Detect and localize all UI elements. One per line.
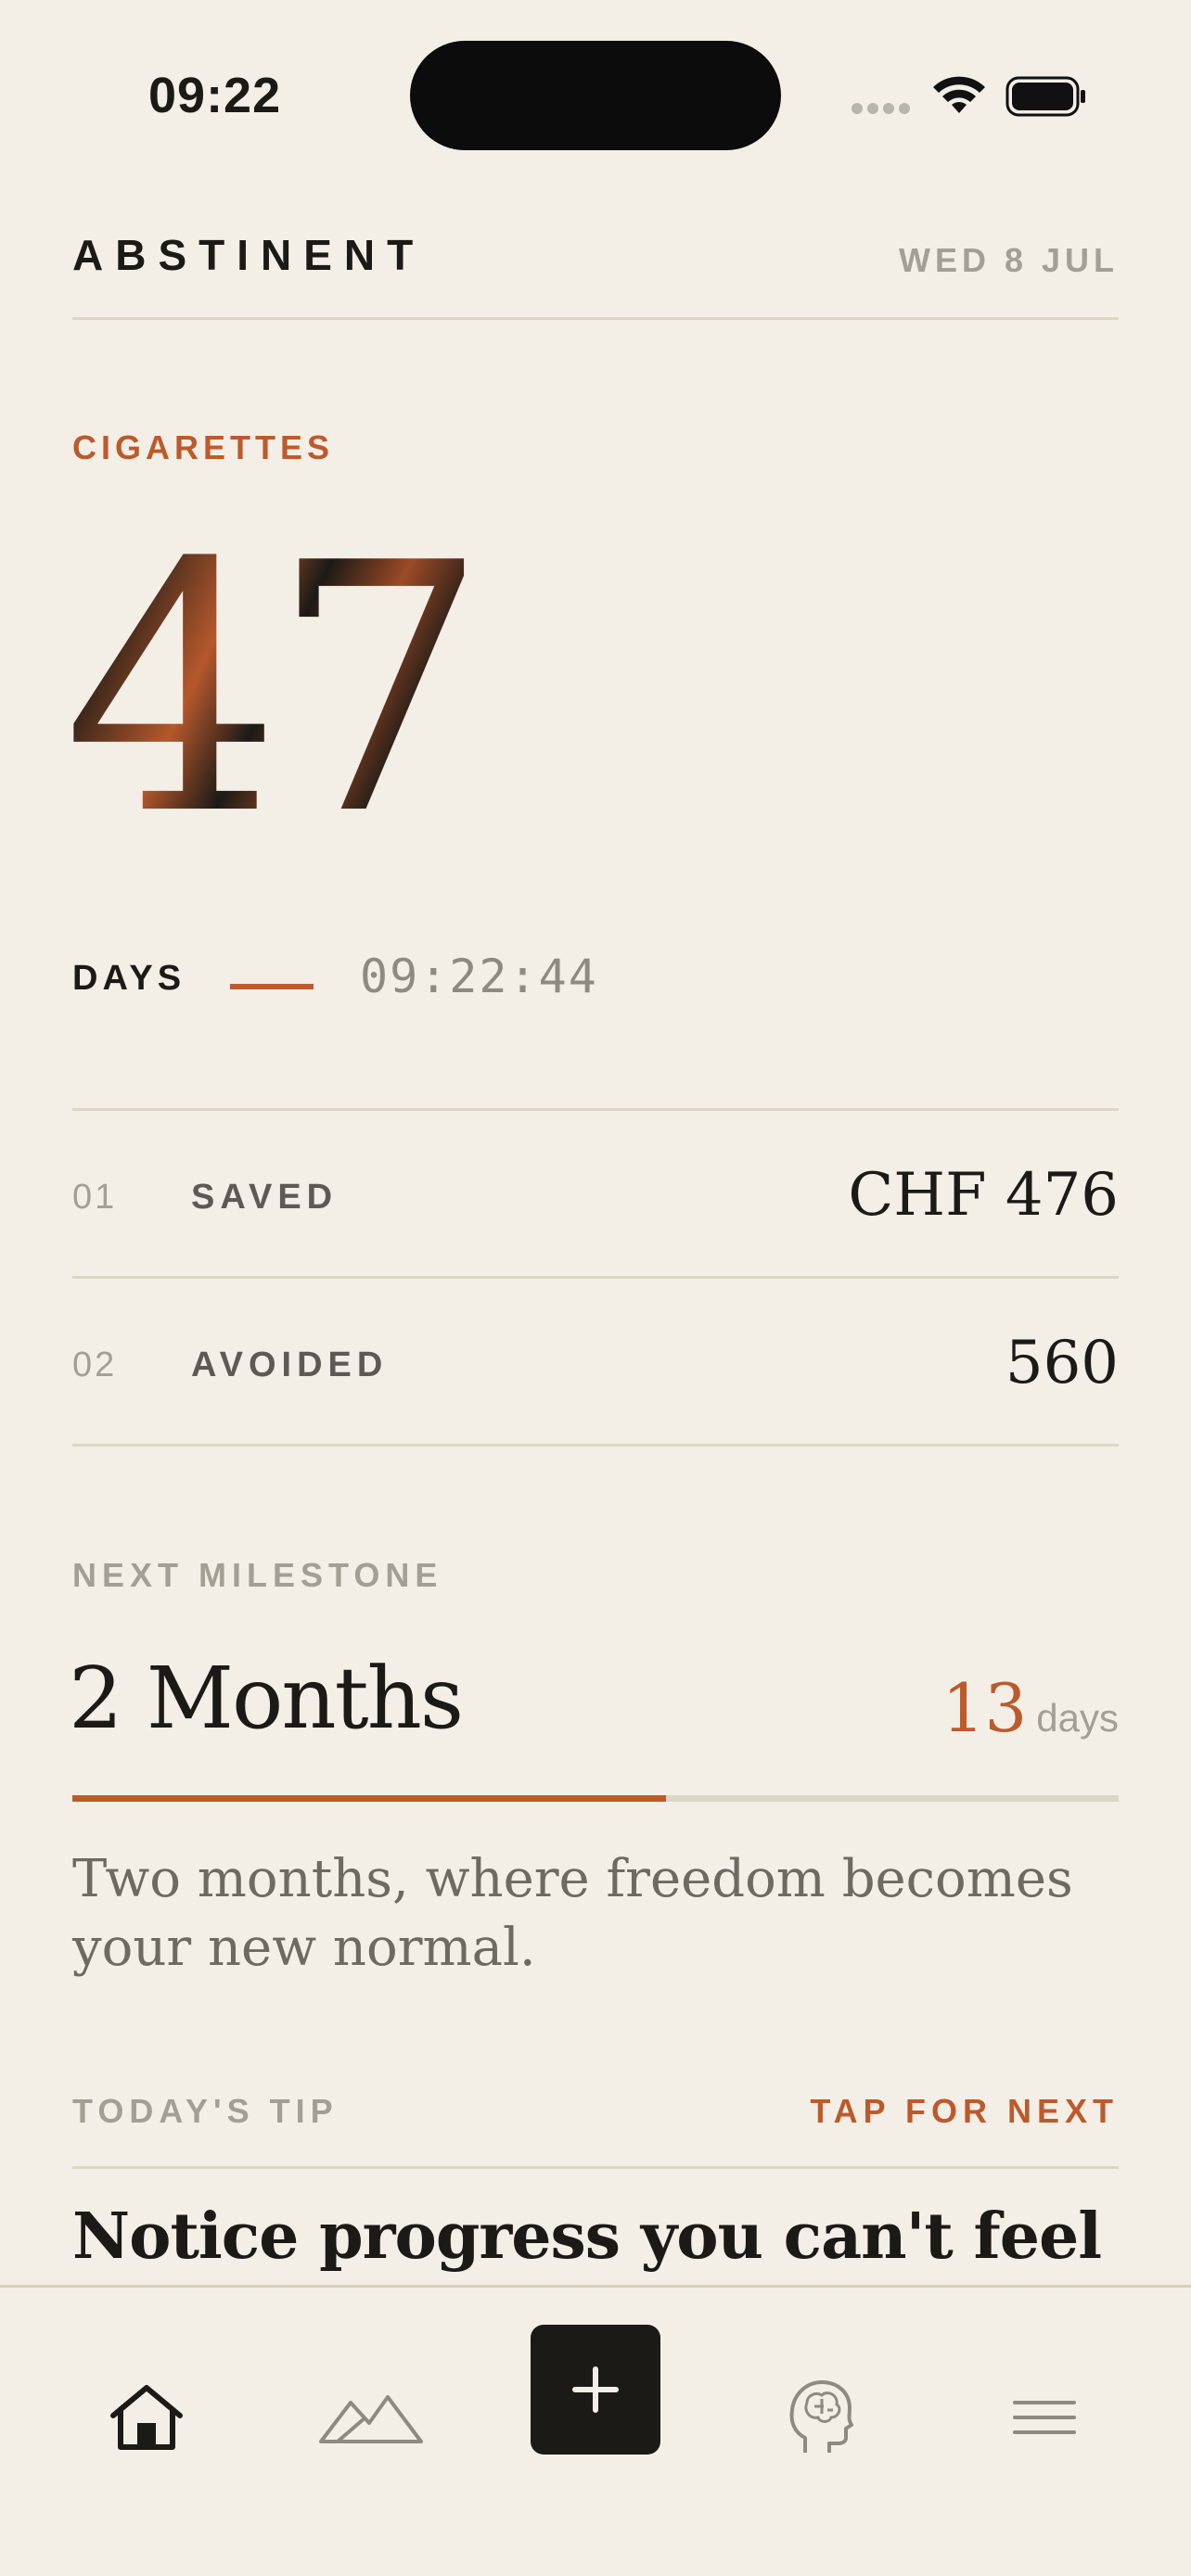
days-counter: 47 [63,491,489,890]
milestone-section-label: NEXT MILESTONE [72,1556,443,1594]
dynamic-island [410,41,781,150]
milestone-description: Two months, where freedom becomes your n… [72,1849,1073,1978]
tip-next-button[interactable]: TAP FOR NEXT [810,2092,1119,2131]
tab-milestones[interactable] [306,2353,436,2482]
stat-index: 02 [72,1345,118,1384]
add-button[interactable] [531,2325,660,2455]
menu-icon [1013,2401,1076,2434]
tab-menu[interactable] [980,2353,1109,2482]
battery-icon [1005,76,1085,117]
category-label[interactable]: CIGARETTES [72,428,334,467]
stats-bottom-divider [72,1444,1119,1447]
stat-value-avoided: 560 [1005,1329,1119,1397]
header-divider [72,317,1119,320]
milestone-days-remaining: 13 days [942,1669,1119,1747]
tip-section-label: TODAY'S TIP [72,2092,339,2130]
days-dash-divider [230,984,314,989]
mountains-icon [319,2395,423,2443]
tab-mind[interactable] [755,2353,885,2482]
elapsed-timer: 09:22:44 [360,950,598,1003]
brain-head-icon [789,2380,853,2453]
home-icon [110,2385,183,2450]
wifi-icon [933,76,985,113]
stat-index: 01 [72,1178,118,1217]
milestone-progress-fill [72,1795,666,1802]
milestone-days-unit: days [1036,1696,1119,1740]
stat-row-avoided: 02 AVOIDED 560 [72,1279,1119,1444]
stat-label: AVOIDED [191,1345,389,1384]
stat-label: SAVED [191,1178,339,1217]
milestone-progress-bar [72,1795,1119,1802]
milestone-days-number: 13 [941,1669,1028,1747]
status-time: 09:22 [148,68,282,123]
days-label: DAYS [72,959,186,998]
milestone-title: 2 Months [69,1649,464,1748]
cellular-signal-icon [852,102,915,119]
app-title: ABSTINENT [72,231,426,279]
tab-home[interactable] [82,2353,211,2482]
tip-headline[interactable]: Notice progress you can't feel [72,2200,1102,2274]
header-date: WED 8 JUL [898,241,1119,279]
tip-divider [72,2166,1119,2169]
stat-row-saved: 01 SAVED CHF 476 [72,1111,1119,1276]
tab-bar [0,2285,1191,2576]
stat-value-saved: CHF 476 [848,1161,1119,1230]
plus-icon [572,2366,619,2413]
